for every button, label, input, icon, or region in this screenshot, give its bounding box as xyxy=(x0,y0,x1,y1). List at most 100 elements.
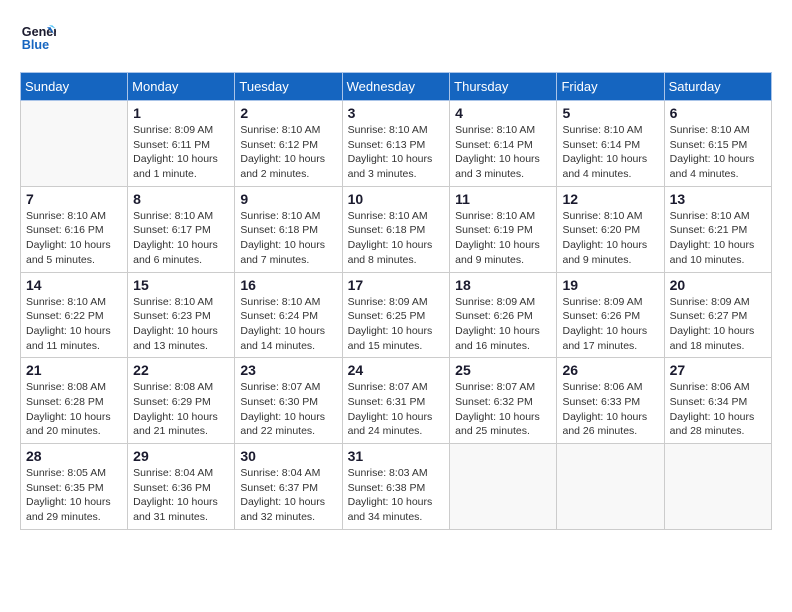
calendar-cell: 7 Sunrise: 8:10 AMSunset: 6:16 PMDaylight… xyxy=(21,186,128,272)
day-number: 14 xyxy=(26,277,122,293)
day-number: 28 xyxy=(26,448,122,464)
day-info: Sunrise: 8:10 AMSunset: 6:18 PMDaylight:… xyxy=(348,209,445,268)
day-info: Sunrise: 8:10 AMSunset: 6:13 PMDaylight:… xyxy=(348,123,445,182)
column-header-saturday: Saturday xyxy=(664,73,771,101)
calendar-cell: 13Sunrise: 8:10 AMSunset: 6:21 PMDayligh… xyxy=(664,186,771,272)
calendar-cell: 25 Sunrise: 8:07 AMSunset: 6:32 PMDayligh… xyxy=(450,358,557,444)
day-info: Sunrise: 8:04 AMSunset: 6:37 PMDaylight:… xyxy=(240,466,336,525)
calendar-cell: 20 Sunrise: 8:09 AMSunset: 6:27 PMDayligh… xyxy=(664,272,771,358)
day-number: 19 xyxy=(562,277,658,293)
calendar-cell: 22Sunrise: 8:08 AMSunset: 6:29 PMDayligh… xyxy=(128,358,235,444)
calendar-week-row: 21 Sunrise: 8:08 AMSunset: 6:28 PMDayligh… xyxy=(21,358,772,444)
day-number: 9 xyxy=(240,191,336,207)
day-info: Sunrise: 8:10 AMSunset: 6:24 PMDaylight:… xyxy=(240,295,336,354)
day-number: 29 xyxy=(133,448,229,464)
calendar-cell xyxy=(664,444,771,530)
column-header-friday: Friday xyxy=(557,73,664,101)
day-number: 8 xyxy=(133,191,229,207)
day-number: 25 xyxy=(455,362,551,378)
calendar-cell: 1Sunrise: 8:09 AMSunset: 6:11 PMDaylight… xyxy=(128,101,235,187)
day-info: Sunrise: 8:10 AMSunset: 6:15 PMDaylight:… xyxy=(670,123,766,182)
day-info: Sunrise: 8:09 AMSunset: 6:27 PMDaylight:… xyxy=(670,295,766,354)
day-number: 15 xyxy=(133,277,229,293)
calendar-week-row: 1Sunrise: 8:09 AMSunset: 6:11 PMDaylight… xyxy=(21,101,772,187)
calendar-cell: 26 Sunrise: 8:06 AMSunset: 6:33 PMDayligh… xyxy=(557,358,664,444)
calendar-week-row: 28 Sunrise: 8:05 AMSunset: 6:35 PMDayligh… xyxy=(21,444,772,530)
calendar-cell: 19 Sunrise: 8:09 AMSunset: 6:26 PMDayligh… xyxy=(557,272,664,358)
calendar-week-row: 14 Sunrise: 8:10 AMSunset: 6:22 PMDayligh… xyxy=(21,272,772,358)
day-info: Sunrise: 8:08 AMSunset: 6:28 PMDaylight:… xyxy=(26,380,122,439)
logo-icon: General Blue xyxy=(20,20,56,56)
day-number: 24 xyxy=(348,362,445,378)
day-number: 17 xyxy=(348,277,445,293)
calendar-cell: 12 Sunrise: 8:10 AMSunset: 6:20 PMDayligh… xyxy=(557,186,664,272)
day-number: 31 xyxy=(348,448,445,464)
day-info: Sunrise: 8:10 AMSunset: 6:16 PMDaylight:… xyxy=(26,209,122,268)
day-info: Sunrise: 8:10 AMSunset: 6:14 PMDaylight:… xyxy=(455,123,551,182)
day-number: 11 xyxy=(455,191,551,207)
column-header-tuesday: Tuesday xyxy=(235,73,342,101)
calendar-header-row: SundayMondayTuesdayWednesdayThursdayFrid… xyxy=(21,73,772,101)
day-info: Sunrise: 8:09 AMSunset: 6:26 PMDaylight:… xyxy=(562,295,658,354)
day-info: Sunrise: 8:10 AMSunset: 6:20 PMDaylight:… xyxy=(562,209,658,268)
day-number: 4 xyxy=(455,105,551,121)
calendar-cell: 15 Sunrise: 8:10 AMSunset: 6:23 PMDayligh… xyxy=(128,272,235,358)
day-info: Sunrise: 8:10 AMSunset: 6:23 PMDaylight:… xyxy=(133,295,229,354)
day-info: Sunrise: 8:08 AMSunset: 6:29 PMDaylight:… xyxy=(133,380,229,439)
calendar-cell: 16 Sunrise: 8:10 AMSunset: 6:24 PMDayligh… xyxy=(235,272,342,358)
day-info: Sunrise: 8:07 AMSunset: 6:32 PMDaylight:… xyxy=(455,380,551,439)
day-number: 1 xyxy=(133,105,229,121)
day-info: Sunrise: 8:04 AMSunset: 6:36 PMDaylight:… xyxy=(133,466,229,525)
calendar-cell: 18 Sunrise: 8:09 AMSunset: 6:26 PMDayligh… xyxy=(450,272,557,358)
calendar-cell: 27 Sunrise: 8:06 AMSunset: 6:34 PMDayligh… xyxy=(664,358,771,444)
day-number: 3 xyxy=(348,105,445,121)
day-number: 26 xyxy=(562,362,658,378)
day-number: 10 xyxy=(348,191,445,207)
calendar-cell: 24 Sunrise: 8:07 AMSunset: 6:31 PMDayligh… xyxy=(342,358,450,444)
svg-text:Blue: Blue xyxy=(22,38,49,52)
calendar-cell xyxy=(557,444,664,530)
day-number: 21 xyxy=(26,362,122,378)
day-info: Sunrise: 8:09 AMSunset: 6:26 PMDaylight:… xyxy=(455,295,551,354)
day-number: 6 xyxy=(670,105,766,121)
calendar-cell: 29 Sunrise: 8:04 AMSunset: 6:36 PMDayligh… xyxy=(128,444,235,530)
calendar-cell xyxy=(450,444,557,530)
calendar-cell: 4 Sunrise: 8:10 AMSunset: 6:14 PMDaylight… xyxy=(450,101,557,187)
day-info: Sunrise: 8:10 AMSunset: 6:19 PMDaylight:… xyxy=(455,209,551,268)
calendar-cell: 21 Sunrise: 8:08 AMSunset: 6:28 PMDayligh… xyxy=(21,358,128,444)
day-info: Sunrise: 8:03 AMSunset: 6:38 PMDaylight:… xyxy=(348,466,445,525)
day-info: Sunrise: 8:06 AMSunset: 6:34 PMDaylight:… xyxy=(670,380,766,439)
calendar-cell: 2Sunrise: 8:10 AMSunset: 6:12 PMDaylight… xyxy=(235,101,342,187)
calendar-cell: 14 Sunrise: 8:10 AMSunset: 6:22 PMDayligh… xyxy=(21,272,128,358)
day-info: Sunrise: 8:06 AMSunset: 6:33 PMDaylight:… xyxy=(562,380,658,439)
day-info: Sunrise: 8:10 AMSunset: 6:12 PMDaylight:… xyxy=(240,123,336,182)
calendar-cell xyxy=(21,101,128,187)
calendar-cell: 3 Sunrise: 8:10 AMSunset: 6:13 PMDaylight… xyxy=(342,101,450,187)
day-number: 12 xyxy=(562,191,658,207)
calendar-cell: 11 Sunrise: 8:10 AMSunset: 6:19 PMDayligh… xyxy=(450,186,557,272)
calendar-cell: 9Sunrise: 8:10 AMSunset: 6:18 PMDaylight… xyxy=(235,186,342,272)
calendar-cell: 23Sunrise: 8:07 AMSunset: 6:30 PMDayligh… xyxy=(235,358,342,444)
column-header-sunday: Sunday xyxy=(21,73,128,101)
day-number: 20 xyxy=(670,277,766,293)
day-number: 27 xyxy=(670,362,766,378)
day-info: Sunrise: 8:07 AMSunset: 6:31 PMDaylight:… xyxy=(348,380,445,439)
calendar-cell: 10 Sunrise: 8:10 AMSunset: 6:18 PMDayligh… xyxy=(342,186,450,272)
calendar-cell: 31 Sunrise: 8:03 AMSunset: 6:38 PMDayligh… xyxy=(342,444,450,530)
column-header-wednesday: Wednesday xyxy=(342,73,450,101)
day-info: Sunrise: 8:07 AMSunset: 6:30 PMDaylight:… xyxy=(240,380,336,439)
day-number: 16 xyxy=(240,277,336,293)
day-number: 5 xyxy=(562,105,658,121)
day-info: Sunrise: 8:05 AMSunset: 6:35 PMDaylight:… xyxy=(26,466,122,525)
day-number: 30 xyxy=(240,448,336,464)
day-number: 18 xyxy=(455,277,551,293)
day-number: 7 xyxy=(26,191,122,207)
column-header-monday: Monday xyxy=(128,73,235,101)
calendar-week-row: 7 Sunrise: 8:10 AMSunset: 6:16 PMDaylight… xyxy=(21,186,772,272)
page-header: General Blue xyxy=(20,20,772,56)
day-info: Sunrise: 8:10 AMSunset: 6:14 PMDaylight:… xyxy=(562,123,658,182)
calendar-cell: 28 Sunrise: 8:05 AMSunset: 6:35 PMDayligh… xyxy=(21,444,128,530)
calendar-cell: 8Sunrise: 8:10 AMSunset: 6:17 PMDaylight… xyxy=(128,186,235,272)
day-info: Sunrise: 8:09 AMSunset: 6:25 PMDaylight:… xyxy=(348,295,445,354)
day-info: Sunrise: 8:10 AMSunset: 6:22 PMDaylight:… xyxy=(26,295,122,354)
